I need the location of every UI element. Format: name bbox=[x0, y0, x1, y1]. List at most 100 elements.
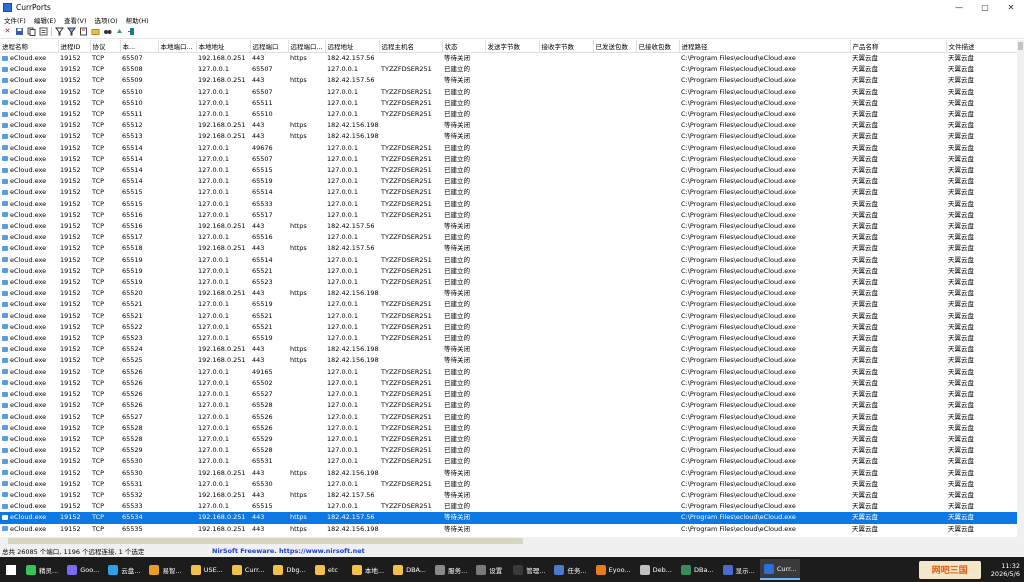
vertical-scrollbar[interactable] bbox=[1017, 40, 1024, 537]
column-header[interactable]: 发送字节数 bbox=[485, 40, 540, 53]
taskbar-app[interactable]: Deb... bbox=[636, 559, 676, 580]
find-icon[interactable] bbox=[103, 27, 112, 36]
html-report-icon[interactable] bbox=[79, 27, 88, 36]
taskbar-app[interactable]: 任务... bbox=[550, 559, 590, 580]
taskbar-app[interactable]: Dbg... bbox=[269, 559, 309, 580]
vertical-scroll-thumb[interactable] bbox=[1018, 42, 1023, 50]
table-row[interactable]: eCloud.exe 19152 TCP 65515 127.0.0.1 65533 127… bbox=[0, 199, 1017, 210]
table-row[interactable]: eCloud.exe 19152 TCP 65519 127.0.0.1 65523 127… bbox=[0, 277, 1017, 288]
table-row[interactable]: eCloud.exe 19152 TCP 65535 192.168.0.251 443 h… bbox=[0, 524, 1017, 535]
filter-icon[interactable] bbox=[55, 27, 64, 36]
tray-badge[interactable]: 网吧三国 bbox=[918, 560, 981, 579]
minimize-button[interactable]: — bbox=[946, 0, 972, 14]
column-header[interactable]: 本... bbox=[120, 40, 159, 53]
taskbar-app[interactable]: 服务... bbox=[431, 559, 471, 580]
table-row[interactable]: eCloud.exe 19152 TCP 65519 127.0.0.1 65521 127… bbox=[0, 266, 1017, 277]
table-row[interactable]: eCloud.exe 19152 TCP 65514 127.0.0.1 65507 127… bbox=[0, 154, 1017, 165]
filter-advanced-icon[interactable] bbox=[67, 27, 76, 36]
column-header[interactable]: 状态 bbox=[442, 40, 486, 53]
taskbar-app[interactable]: 设置 bbox=[472, 559, 508, 580]
nirsoft-link[interactable]: NirSoft Freeware. https://www.nirsoft.ne… bbox=[212, 547, 365, 555]
table-row[interactable]: eCloud.exe 19152 TCP 65516 192.168.0.251 443 h… bbox=[0, 221, 1017, 232]
table-row[interactable]: eCloud.exe 19152 TCP 65532 192.168.0.251 443 h… bbox=[0, 490, 1017, 501]
table-row[interactable]: eCloud.exe 19152 TCP 65517 127.0.0.1 65516 127… bbox=[0, 232, 1017, 243]
column-header[interactable]: 进程路径 bbox=[679, 40, 851, 53]
column-header[interactable]: 远程端口 bbox=[250, 40, 289, 53]
properties-icon[interactable] bbox=[39, 27, 48, 36]
taskbar-app[interactable]: Curr... bbox=[759, 559, 801, 580]
refresh-icon[interactable] bbox=[115, 27, 124, 36]
table-row[interactable]: eCloud.exe 19152 TCP 65530 192.168.0.251 443 h… bbox=[0, 468, 1017, 479]
table-row[interactable]: eCloud.exe 19152 TCP 65534 192.168.0.251 443 h… bbox=[0, 512, 1017, 524]
table-row[interactable]: eCloud.exe 19152 TCP 65528 127.0.0.1 65526 127… bbox=[0, 423, 1017, 434]
column-header[interactable]: 文件描述 bbox=[946, 40, 1017, 53]
close-button[interactable]: ✕ bbox=[998, 0, 1024, 14]
exit-icon[interactable] bbox=[127, 27, 136, 36]
table-row[interactable]: eCloud.exe 19152 TCP 65509 192.168.0.251 443 h… bbox=[0, 75, 1017, 86]
table-row[interactable]: eCloud.exe 19152 TCP 65514 127.0.0.1 65519 127… bbox=[0, 176, 1017, 187]
taskbar-app[interactable]: DBA... bbox=[389, 559, 430, 580]
column-header[interactable]: 协议 bbox=[90, 40, 121, 53]
table-row[interactable]: eCloud.exe 19152 TCP 65514 127.0.0.1 65515 127… bbox=[0, 165, 1017, 176]
taskbar-app[interactable]: 精灵... bbox=[22, 559, 62, 580]
column-header[interactable]: 本地地址 bbox=[196, 40, 251, 53]
table-row[interactable]: eCloud.exe 19152 TCP 65516 127.0.0.1 65517 127… bbox=[0, 210, 1017, 221]
table-row[interactable]: eCloud.exe 19152 TCP 65526 127.0.0.1 65502 127… bbox=[0, 378, 1017, 389]
taskbar-app[interactable]: etc bbox=[311, 559, 347, 580]
table-row[interactable]: eCloud.exe 19152 TCP 65513 192.168.0.251 443 h… bbox=[0, 131, 1017, 142]
table-row[interactable]: eCloud.exe 19152 TCP 65526 127.0.0.1 65528 127… bbox=[0, 400, 1017, 411]
save-icon[interactable] bbox=[15, 27, 24, 36]
column-header[interactable]: 远程端口... bbox=[288, 40, 326, 53]
table-row[interactable]: eCloud.exe 19152 TCP 65529 127.0.0.1 65528 127… bbox=[0, 445, 1017, 456]
table-row[interactable]: eCloud.exe 19152 TCP 65510 127.0.0.1 65511 127… bbox=[0, 98, 1017, 109]
menu-view[interactable]: 查看(V) bbox=[60, 15, 91, 25]
column-header[interactable]: 已发送包数 bbox=[593, 40, 637, 53]
taskbar-app[interactable]: Eyoo... bbox=[592, 559, 635, 580]
menu-help[interactable]: 帮助(H) bbox=[122, 15, 153, 25]
column-header[interactable]: 接收字节数 bbox=[539, 40, 594, 53]
clock[interactable]: 11:32 2026/5/6 bbox=[991, 562, 1020, 578]
taskbar-app[interactable]: Curr... bbox=[228, 559, 269, 580]
table-row[interactable]: eCloud.exe 19152 TCP 65531 127.0.0.1 65530 127… bbox=[0, 479, 1017, 490]
table-row[interactable]: eCloud.exe 19152 TCP 65519 127.0.0.1 65514 127… bbox=[0, 255, 1017, 266]
taskbar-app[interactable]: 本地... bbox=[348, 559, 388, 580]
table-row[interactable]: eCloud.exe 19152 TCP 65511 127.0.0.1 65510 127… bbox=[0, 109, 1017, 120]
start-button[interactable] bbox=[0, 557, 22, 582]
taskbar-app[interactable]: 显示... bbox=[719, 559, 759, 580]
taskbar-app[interactable]: Goo... bbox=[63, 559, 103, 580]
table-row[interactable]: eCloud.exe 19152 TCP 65507 192.168.0.251 443 h… bbox=[0, 53, 1017, 65]
table-row[interactable]: eCloud.exe 19152 TCP 65512 192.168.0.251 443 h… bbox=[0, 120, 1017, 131]
folder-icon[interactable] bbox=[91, 27, 100, 36]
table-row[interactable]: eCloud.exe 19152 TCP 65526 127.0.0.1 49165 127… bbox=[0, 367, 1017, 378]
table-row[interactable]: eCloud.exe 19152 TCP 65520 192.168.0.251 443 h… bbox=[0, 288, 1017, 299]
close-connection-icon[interactable]: ✕ bbox=[3, 27, 12, 36]
horizontal-scroll-thumb[interactable] bbox=[8, 538, 523, 544]
table-row[interactable]: eCloud.exe 19152 TCP 65528 127.0.0.1 65529 127… bbox=[0, 434, 1017, 445]
taskbar-app[interactable]: 易智... bbox=[145, 559, 185, 580]
column-header[interactable]: 本地端口... bbox=[158, 40, 197, 53]
menu-edit[interactable]: 编辑(E) bbox=[30, 15, 60, 25]
taskbar-app[interactable]: USE... bbox=[187, 559, 227, 580]
table-row[interactable]: eCloud.exe 19152 TCP 65518 192.168.0.251 443 h… bbox=[0, 243, 1017, 254]
table-row[interactable]: eCloud.exe 19152 TCP 65521 127.0.0.1 65521 127… bbox=[0, 311, 1017, 322]
table-row[interactable]: eCloud.exe 19152 TCP 65527 127.0.0.1 65526 127… bbox=[0, 412, 1017, 423]
table-row[interactable]: eCloud.exe 19152 TCP 65530 127.0.0.1 65531 127… bbox=[0, 456, 1017, 467]
table-row[interactable]: eCloud.exe 19152 TCP 65521 127.0.0.1 65519 127… bbox=[0, 299, 1017, 310]
table-row[interactable]: eCloud.exe 19152 TCP 65533 127.0.0.1 65515 127… bbox=[0, 501, 1017, 512]
column-header[interactable]: 进程ID bbox=[58, 40, 91, 53]
column-header[interactable]: 远程主机名 bbox=[379, 40, 443, 53]
table-row[interactable]: eCloud.exe 19152 TCP 65525 192.168.0.251 443 h… bbox=[0, 355, 1017, 366]
menu-file[interactable]: 文件(F) bbox=[0, 15, 30, 25]
table-row[interactable]: eCloud.exe 19152 TCP 65515 127.0.0.1 65514 127… bbox=[0, 187, 1017, 198]
column-header[interactable]: 远程地址 bbox=[325, 40, 380, 53]
taskbar-app[interactable]: 管理... bbox=[509, 559, 549, 580]
table-row[interactable]: eCloud.exe 19152 TCP 65510 127.0.0.1 65507 127… bbox=[0, 87, 1017, 98]
taskbar-app[interactable]: DBa... bbox=[677, 559, 718, 580]
column-header[interactable]: 已接收包数 bbox=[636, 40, 680, 53]
table-row[interactable]: eCloud.exe 19152 TCP 65522 127.0.0.1 65521 127… bbox=[0, 322, 1017, 333]
menu-options[interactable]: 选项(O) bbox=[91, 15, 122, 25]
table-row[interactable]: eCloud.exe 19152 TCP 65524 192.168.0.251 443 h… bbox=[0, 344, 1017, 355]
column-header[interactable]: 进程名称 bbox=[0, 40, 59, 53]
copy-icon[interactable] bbox=[27, 27, 36, 36]
maximize-button[interactable]: ▢ bbox=[972, 0, 998, 14]
